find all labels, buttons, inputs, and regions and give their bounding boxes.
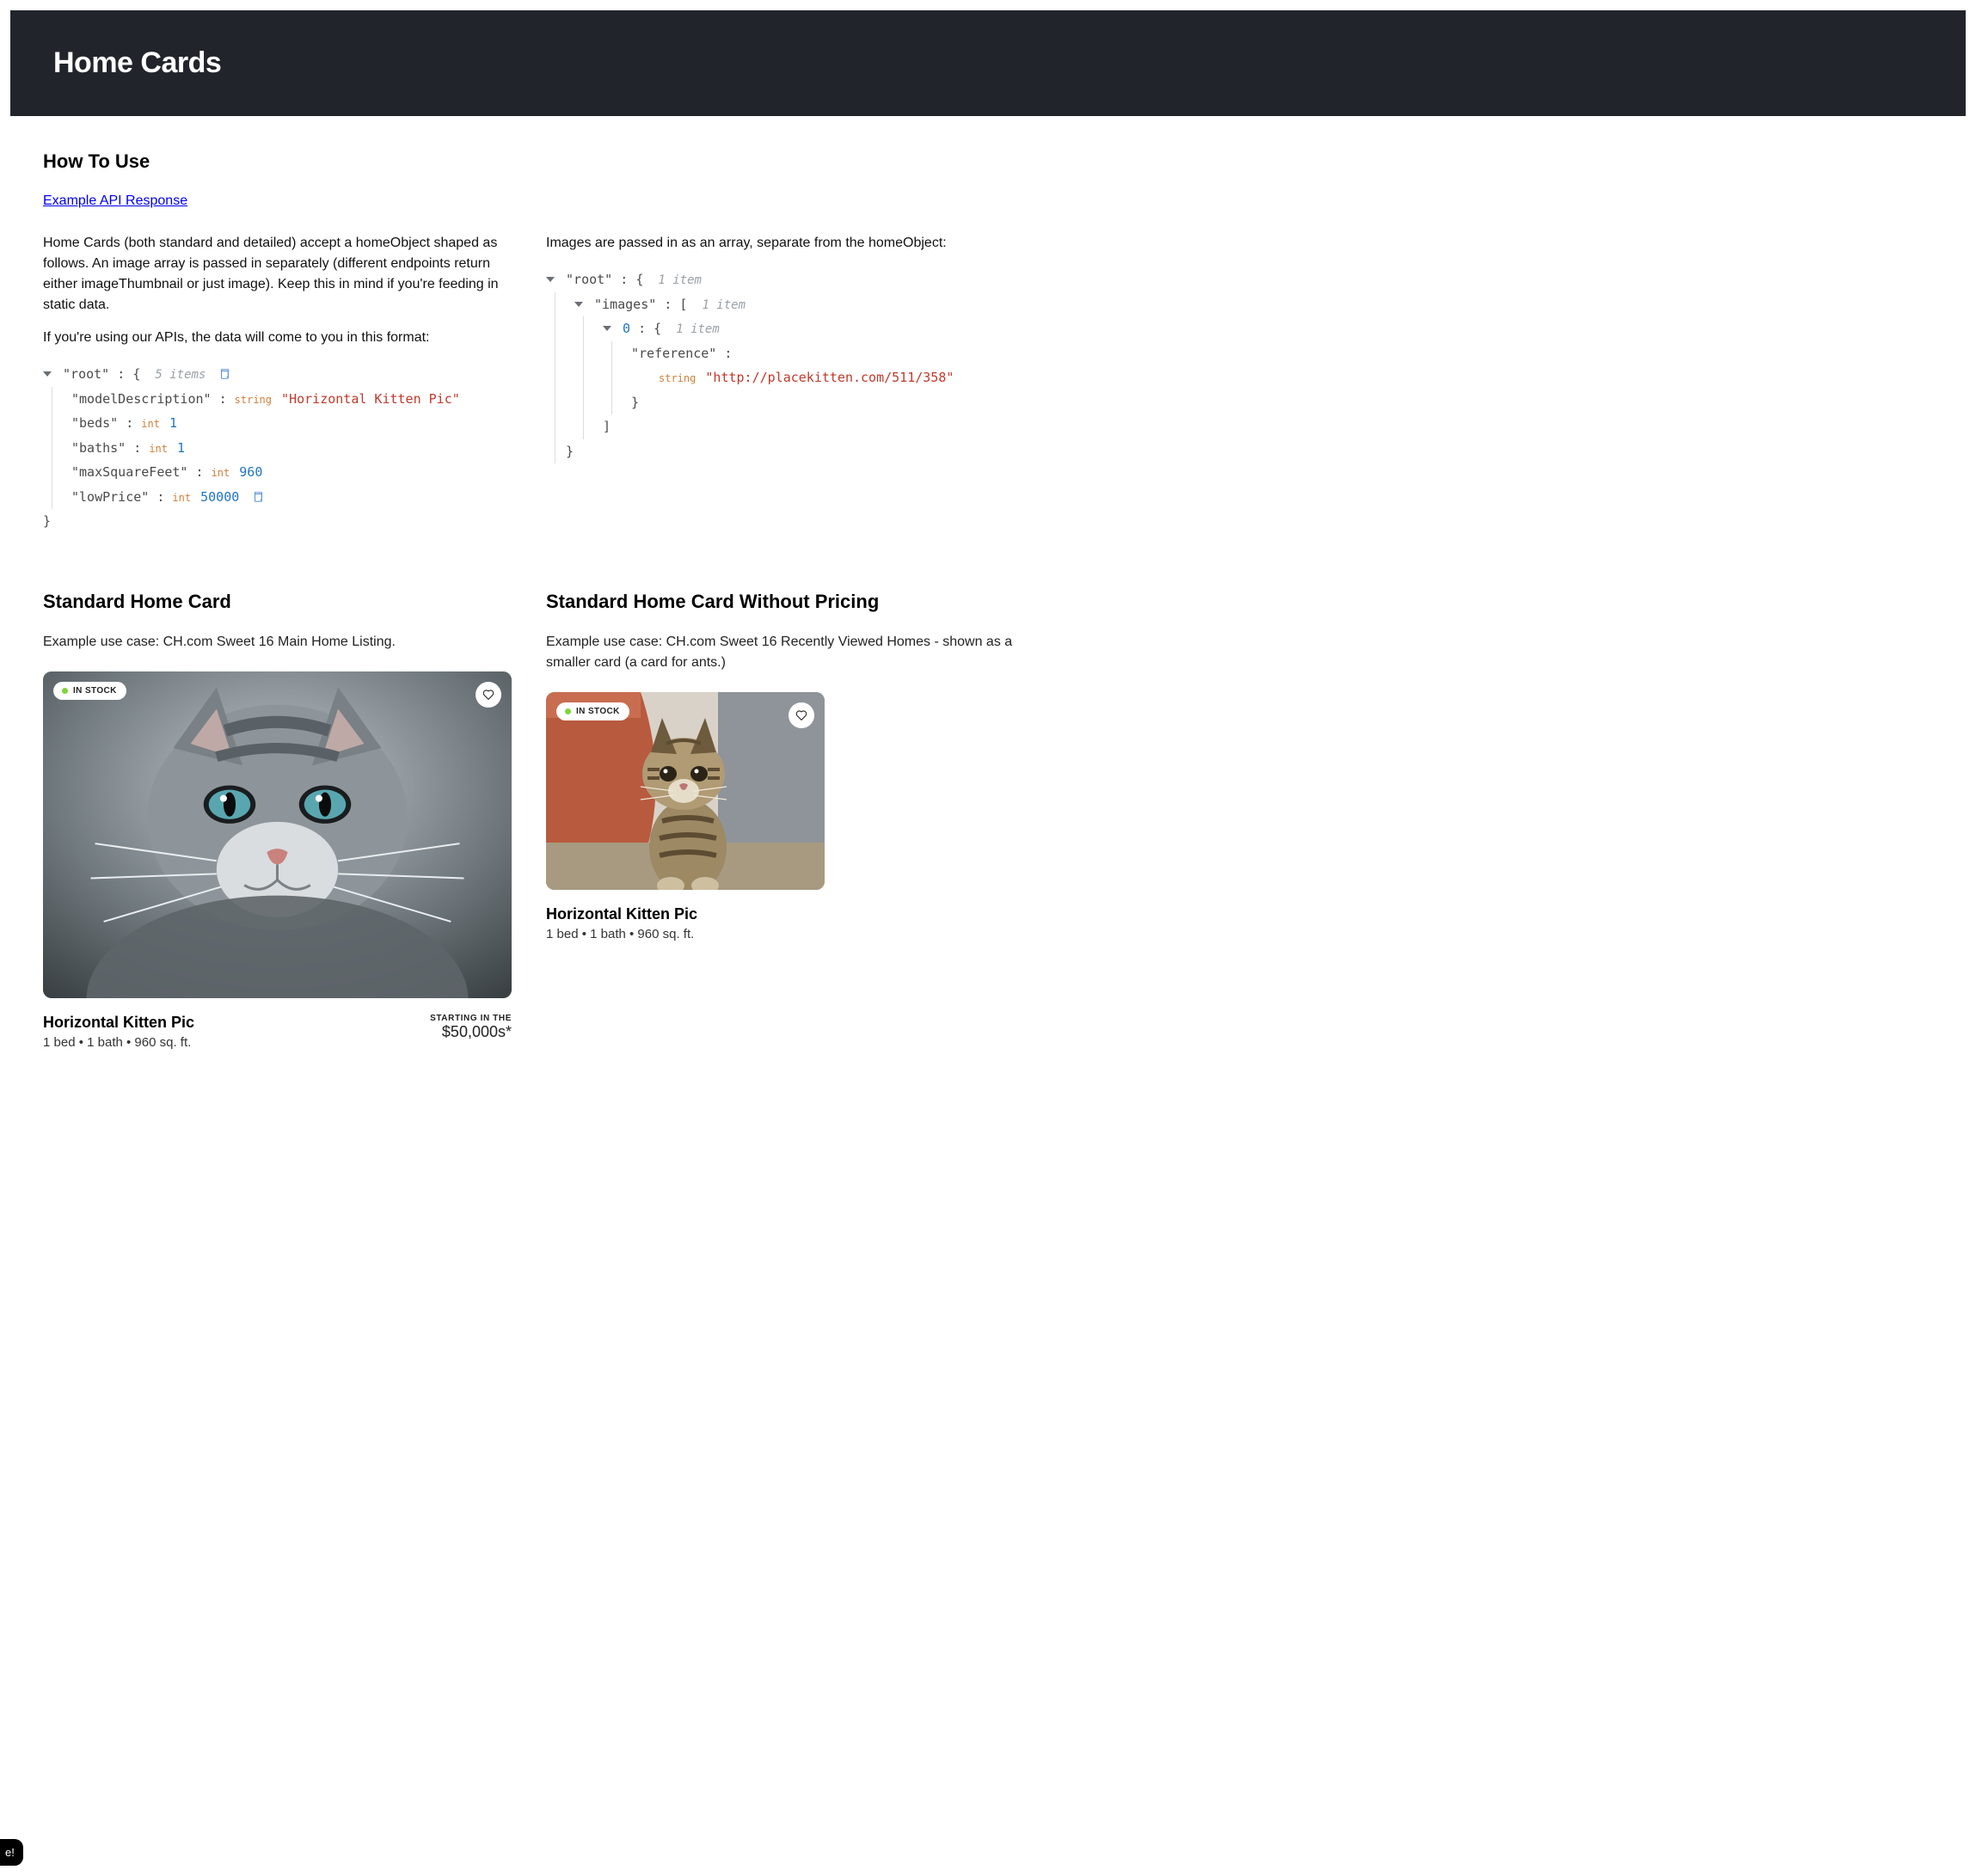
card-specs: 1 bed • 1 bath • 960 sq. ft. [43,1035,194,1050]
copy-icon[interactable] [218,364,230,376]
card-title: Horizontal Kitten Pic [43,1014,194,1032]
favorite-button[interactable] [789,702,814,728]
card-image: IN STOCK [546,692,825,890]
howto-left-para2: If you're using our APIs, the data will … [43,328,512,348]
heart-icon [795,708,808,722]
nopricing-use-case: Example use case: CH.com Sweet 16 Recent… [546,632,1015,673]
nopricing-card-section: Standard Home Card Without Pricing Examp… [546,591,1015,1050]
nopricing-card-heading: Standard Home Card Without Pricing [546,591,1015,613]
stock-badge: IN STOCK [53,682,126,700]
howto-heading: How To Use [43,150,1015,173]
home-card-standard[interactable]: IN STOCK Horizontal Kitten Pic 1 bed • 1… [43,671,512,1050]
card-specs: 1 bed • 1 bath • 960 sq. ft. [546,927,697,941]
heart-icon [482,688,495,702]
page-header: Home Cards [10,10,1966,116]
chevron-down-icon[interactable] [43,371,52,377]
json-viewer-homeobject: "root" : { 5 items "modelDescription" : … [43,360,512,543]
chevron-down-icon[interactable] [603,326,611,331]
starting-label: STARTING IN THE [430,1014,512,1023]
stock-label: IN STOCK [73,686,117,696]
copy-icon[interactable] [252,487,264,499]
standard-card-heading: Standard Home Card [43,591,512,613]
howto-left-col: Home Cards (both standard and detailed) … [43,233,512,543]
howto-left-para1: Home Cards (both standard and detailed) … [43,233,512,316]
card-price: $50,000s* [430,1023,512,1041]
stock-label: IN STOCK [576,707,620,716]
status-dot-icon [565,708,571,714]
json-viewer-images: "root" : { 1 item "images" : [ 1 item [546,266,1015,472]
standard-use-case: Example use case: CH.com Sweet 16 Main H… [43,632,512,653]
favorite-button[interactable] [476,682,501,708]
chevron-down-icon[interactable] [574,302,583,307]
howto-right-col: Images are passed in as an array, separa… [546,233,1015,543]
card-image: IN STOCK [43,671,512,998]
status-dot-icon [62,688,68,694]
example-api-link[interactable]: Example API Response [43,193,187,208]
content-area: How To Use Example API Response Home Car… [0,116,1058,1084]
corner-tab[interactable]: e! [0,1839,23,1866]
howto-right-para1: Images are passed in as an array, separa… [546,233,1015,254]
card-title: Horizontal Kitten Pic [546,905,697,923]
page-title: Home Cards [53,46,1966,80]
standard-card-section: Standard Home Card Example use case: CH.… [43,591,512,1050]
chevron-down-icon[interactable] [546,277,555,282]
stock-badge: IN STOCK [556,702,629,720]
home-card-nopricing[interactable]: IN STOCK Horizontal Kitten Pic 1 bed • 1… [546,692,825,941]
